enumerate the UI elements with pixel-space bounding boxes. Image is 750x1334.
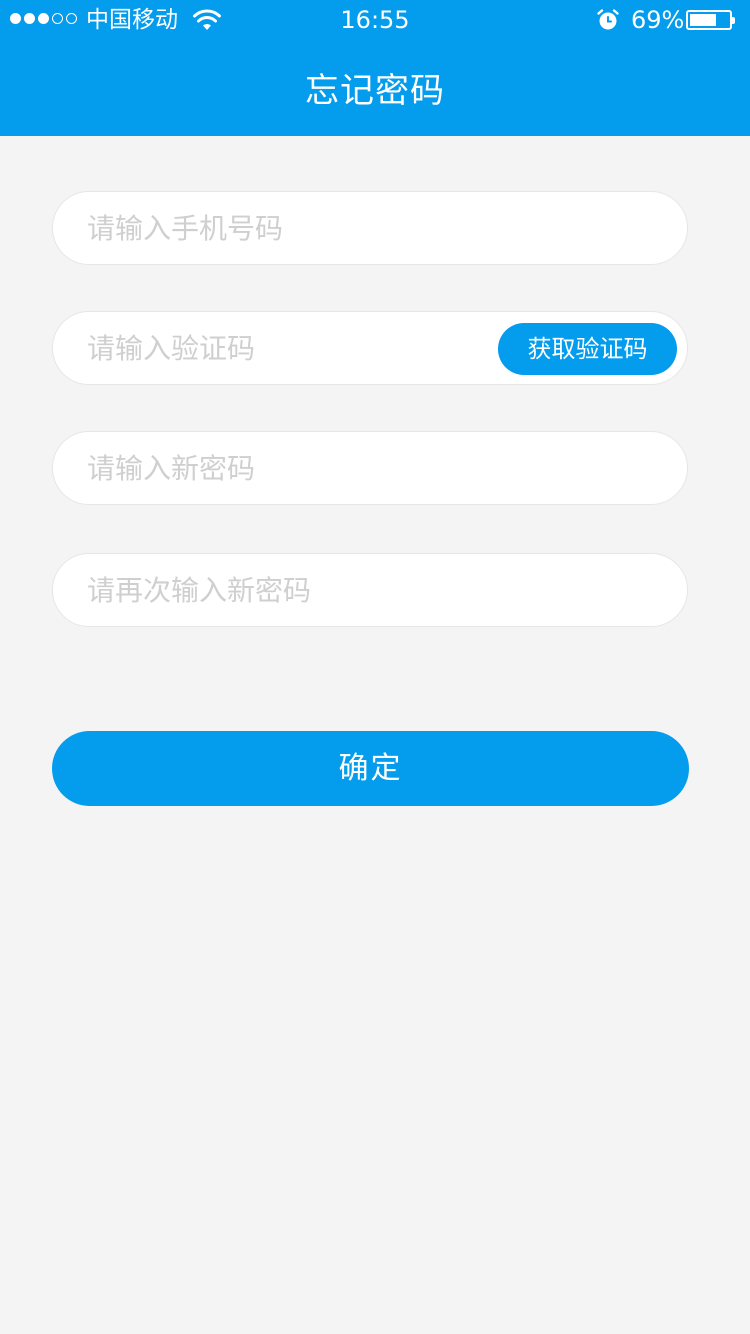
battery-percentage: 69% (631, 6, 685, 34)
battery-fill (690, 14, 716, 26)
alarm-icon (597, 9, 619, 30)
app-header: 中国移动 16:55 69% 忘记密码 (0, 0, 750, 136)
get-code-button[interactable]: 获取验证码 (498, 323, 677, 375)
phone-field[interactable] (52, 191, 688, 265)
verification-code-field[interactable]: 获取验证码 (52, 311, 688, 385)
new-password-field[interactable] (52, 431, 688, 505)
confirm-button[interactable]: 确定 (52, 731, 689, 806)
battery-icon (686, 10, 735, 30)
confirm-password-input[interactable] (87, 554, 647, 626)
page-title: 忘记密码 (305, 71, 445, 111)
status-bar: 中国移动 16:55 69% (0, 0, 750, 40)
confirm-password-field[interactable] (52, 553, 688, 627)
phone-input[interactable] (87, 192, 647, 264)
verification-code-input[interactable] (87, 312, 487, 384)
new-password-input[interactable] (87, 432, 647, 504)
